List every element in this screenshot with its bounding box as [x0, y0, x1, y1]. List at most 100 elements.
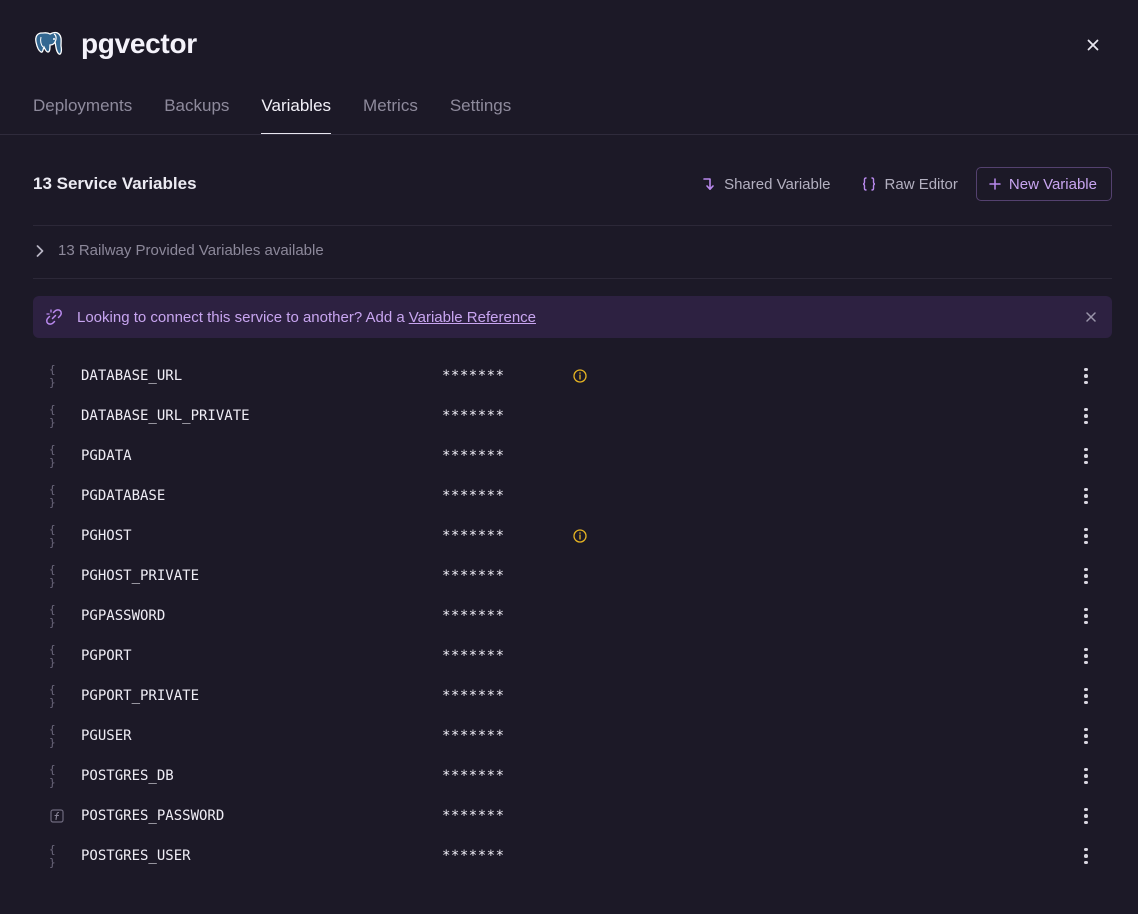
- variable-row: { } POSTGRES_USER *******: [33, 836, 1112, 876]
- variable-value[interactable]: *******: [442, 768, 505, 784]
- close-icon: [1086, 312, 1096, 322]
- more-options-button[interactable]: [1080, 526, 1092, 546]
- link-icon: [45, 308, 63, 326]
- variable-row: POSTGRES_PASSWORD *******: [33, 796, 1112, 836]
- braces-icon: { }: [49, 643, 56, 669]
- braces-icon: [861, 176, 877, 192]
- more-options-button[interactable]: [1080, 606, 1092, 626]
- variable-row: { } PGDATABASE *******: [33, 476, 1112, 516]
- more-options-button[interactable]: [1080, 686, 1092, 706]
- tab-settings[interactable]: Settings: [450, 96, 511, 135]
- braces-icon: { }: [49, 843, 56, 869]
- variable-row: { } PGHOST_PRIVATE *******: [33, 556, 1112, 596]
- variable-name[interactable]: PGDATABASE: [81, 488, 165, 504]
- provided-variables-toggle[interactable]: 13 Railway Provided Variables available: [35, 242, 324, 259]
- variable-name[interactable]: DATABASE_URL: [81, 368, 182, 384]
- braces-icon: { }: [49, 763, 56, 789]
- divider: [33, 225, 1112, 226]
- variable-value[interactable]: *******: [442, 688, 505, 704]
- warning-icon[interactable]: [573, 529, 587, 543]
- service-panel: pgvector Deployments Backups Variables M…: [0, 0, 1138, 914]
- shared-variable-button[interactable]: Shared Variable: [702, 175, 831, 193]
- variable-value[interactable]: *******: [442, 488, 505, 504]
- variable-name[interactable]: PGPASSWORD: [81, 608, 165, 624]
- banner-text: Looking to connect this service to anoth…: [77, 308, 405, 326]
- variable-name[interactable]: POSTGRES_PASSWORD: [81, 808, 224, 824]
- variable-name[interactable]: DATABASE_URL_PRIVATE: [81, 408, 250, 424]
- braces-icon: { }: [49, 403, 56, 429]
- braces-icon: { }: [49, 363, 56, 389]
- variable-value[interactable]: *******: [442, 808, 505, 824]
- variable-row: { } PGPASSWORD *******: [33, 596, 1112, 636]
- variable-row: { } PGHOST *******: [33, 516, 1112, 556]
- variables-toolbar: 13 Service Variables Shared Variable Raw…: [33, 167, 1112, 201]
- braces-icon: { }: [49, 523, 56, 549]
- divider: [33, 278, 1112, 279]
- dismiss-banner-button[interactable]: [1084, 310, 1098, 324]
- warning-icon[interactable]: [573, 369, 587, 383]
- more-options-button[interactable]: [1080, 486, 1092, 506]
- variable-reference-link[interactable]: Variable Reference: [409, 309, 536, 326]
- close-icon: [1087, 39, 1099, 51]
- variables-list: { } DATABASE_URL ******* { } DATABASE_UR…: [33, 356, 1112, 876]
- arrow-turn-down-icon: [702, 176, 716, 192]
- shared-variable-label: Shared Variable: [724, 175, 831, 193]
- braces-icon: { }: [49, 603, 56, 629]
- more-options-button[interactable]: [1080, 846, 1092, 866]
- tab-variables[interactable]: Variables: [261, 96, 332, 135]
- tab-backups[interactable]: Backups: [164, 96, 229, 135]
- chevron-right-icon: [35, 244, 45, 258]
- braces-icon: { }: [49, 563, 56, 589]
- variable-name[interactable]: PGHOST_PRIVATE: [81, 568, 199, 584]
- toolbar-actions: Shared Variable Raw Editor New Variable: [672, 167, 1112, 201]
- new-variable-button[interactable]: New Variable: [975, 167, 1112, 201]
- service-header: pgvector: [33, 28, 197, 60]
- variable-value[interactable]: *******: [442, 608, 505, 624]
- variable-name[interactable]: PGUSER: [81, 728, 132, 744]
- braces-icon: { }: [49, 483, 56, 509]
- function-icon: [49, 808, 65, 824]
- variable-value[interactable]: *******: [442, 648, 505, 664]
- variable-value[interactable]: *******: [442, 368, 505, 384]
- raw-editor-label: Raw Editor: [884, 175, 958, 193]
- variable-name[interactable]: PGPORT_PRIVATE: [81, 688, 199, 704]
- variable-name[interactable]: POSTGRES_USER: [81, 848, 191, 864]
- braces-icon: { }: [49, 723, 56, 749]
- variable-name[interactable]: PGHOST: [81, 528, 132, 544]
- more-options-button[interactable]: [1080, 366, 1092, 386]
- more-options-button[interactable]: [1080, 646, 1092, 666]
- variable-row: { } PGUSER *******: [33, 716, 1112, 756]
- tab-deployments[interactable]: Deployments: [33, 96, 132, 135]
- provided-variables-label: 13 Railway Provided Variables available: [58, 242, 324, 259]
- postgres-elephant-icon: [33, 28, 65, 60]
- tab-metrics[interactable]: Metrics: [363, 96, 418, 135]
- variable-row: { } POSTGRES_DB *******: [33, 756, 1112, 796]
- variable-name[interactable]: PGDATA: [81, 448, 132, 464]
- service-title: pgvector: [81, 28, 197, 59]
- new-variable-label: New Variable: [1008, 175, 1097, 193]
- tabs-divider: [0, 134, 1138, 135]
- more-options-button[interactable]: [1080, 446, 1092, 466]
- braces-icon: { }: [49, 443, 56, 469]
- raw-editor-button[interactable]: Raw Editor: [861, 176, 958, 193]
- variable-name[interactable]: POSTGRES_DB: [81, 768, 174, 784]
- variables-count-title: 13 Service Variables: [33, 174, 197, 193]
- more-options-button[interactable]: [1080, 566, 1092, 586]
- variable-value[interactable]: *******: [442, 408, 505, 424]
- variable-value[interactable]: *******: [442, 448, 505, 464]
- variable-value[interactable]: *******: [442, 848, 505, 864]
- variable-row: { } PGDATA *******: [33, 436, 1112, 476]
- variable-row: { } PGPORT *******: [33, 636, 1112, 676]
- variable-value[interactable]: *******: [442, 728, 505, 744]
- variable-value[interactable]: *******: [442, 528, 505, 544]
- banner-message: Looking to connect this service to anoth…: [77, 309, 536, 326]
- close-panel-button[interactable]: [1083, 35, 1103, 55]
- variable-name[interactable]: PGPORT: [81, 648, 132, 664]
- plus-icon: [989, 178, 1001, 190]
- more-options-button[interactable]: [1080, 726, 1092, 746]
- more-options-button[interactable]: [1080, 806, 1092, 826]
- more-options-button[interactable]: [1080, 406, 1092, 426]
- more-options-button[interactable]: [1080, 766, 1092, 786]
- variable-row: { } PGPORT_PRIVATE *******: [33, 676, 1112, 716]
- variable-value[interactable]: *******: [442, 568, 505, 584]
